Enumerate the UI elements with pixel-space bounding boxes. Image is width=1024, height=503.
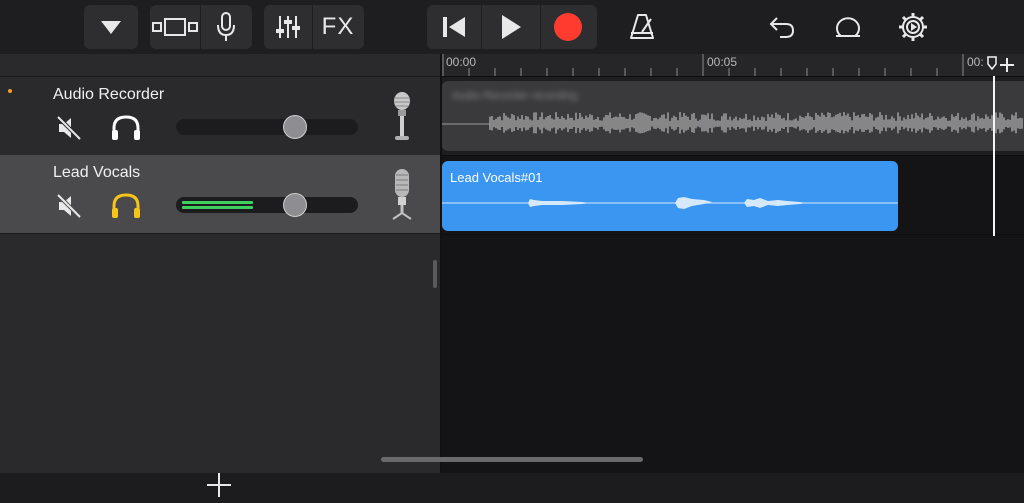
loop-icon: [836, 17, 860, 37]
playhead-line[interactable]: [993, 76, 995, 236]
skip-back-icon: [443, 17, 465, 37]
settings-button[interactable]: [891, 5, 935, 49]
mixer-button[interactable]: [264, 5, 312, 49]
track-header-audio-recorder[interactable]: Audio Recorder: [0, 76, 440, 156]
level-meter-left: [182, 201, 253, 204]
play-button[interactable]: [482, 5, 540, 49]
mute-speaker-icon: [56, 115, 82, 141]
sliders-icon: [276, 16, 300, 38]
track-name: Audio Recorder: [53, 86, 165, 103]
play-icon: [502, 15, 521, 39]
triangle-down-icon: [101, 21, 121, 34]
tracks-grid-button[interactable]: [150, 5, 200, 49]
transport-group: [427, 5, 597, 49]
track-instrument-icon[interactable]: [389, 167, 415, 226]
headphones-icon: [112, 193, 140, 218]
playhead-marker[interactable]: [987, 56, 997, 70]
handheld-microphone-icon: [394, 92, 410, 140]
metronome-icon: [630, 14, 654, 39]
ruler-label: 00:05: [707, 55, 738, 69]
record-icon: [554, 13, 582, 41]
track-indicator-dot: [8, 89, 12, 93]
solo-button[interactable]: [110, 192, 142, 225]
instrument-button[interactable]: [201, 5, 251, 49]
volume-slider-knob[interactable]: [283, 115, 307, 139]
loop-browser-button[interactable]: [826, 5, 870, 49]
gear-icon: [899, 13, 927, 41]
level-meter-right: [182, 206, 253, 209]
track-instrument-icon[interactable]: [390, 91, 414, 148]
mute-speaker-icon: [56, 193, 82, 219]
time-ruler[interactable]: 00:00 00:05 00:: [442, 54, 1024, 76]
browser-group: [84, 5, 138, 49]
resize-handle[interactable]: [433, 260, 437, 288]
plus-icon: [207, 473, 231, 497]
plus-icon: [1000, 58, 1014, 72]
track-lane-audio-recorder[interactable]: Audio Recorder recording: [442, 76, 1024, 155]
control-bar: FX: [0, 0, 1024, 54]
mute-button[interactable]: [56, 115, 82, 146]
undo-icon: [769, 17, 795, 38]
volume-slider[interactable]: [176, 193, 358, 217]
audio-region[interactable]: Audio Recorder recording: [442, 81, 1024, 151]
audio-region[interactable]: Lead Vocals#01: [442, 161, 898, 231]
solo-button[interactable]: [110, 114, 142, 147]
ruler-label: 00:: [967, 55, 984, 69]
track-headers-panel: Audio Recorder Lead Vocals: [0, 54, 440, 497]
tracks-view-button[interactable]: [84, 5, 138, 49]
track-header-lead-vocals[interactable]: Lead Vocals: [0, 155, 440, 234]
studio-microphone-icon: [392, 169, 412, 220]
mix-group: FX: [264, 5, 364, 49]
waveform: [442, 112, 1023, 134]
mute-button[interactable]: [56, 193, 82, 224]
headphones-icon: [112, 115, 140, 140]
record-button[interactable]: [541, 5, 595, 49]
track-lane-lead-vocals[interactable]: Lead Vocals#01: [442, 155, 1024, 235]
metronome-button[interactable]: [620, 5, 664, 49]
add-track-button[interactable]: [206, 472, 232, 503]
microphone-icon: [217, 12, 235, 41]
ruler-label: 00:00: [446, 55, 477, 69]
undo-button[interactable]: [760, 5, 804, 49]
tracks-view-icon: [152, 18, 198, 36]
volume-slider[interactable]: [176, 115, 358, 139]
track-name: Lead Vocals: [53, 164, 141, 181]
home-indicator: [381, 457, 643, 462]
waveform: [442, 197, 898, 209]
timeline-area[interactable]: 00:00 00:05 00: Audio Recorder recording…: [442, 54, 1024, 473]
volume-slider-knob[interactable]: [283, 193, 307, 217]
view-group: [150, 5, 252, 49]
go-to-beginning-button[interactable]: [427, 5, 481, 49]
fx-button[interactable]: FX: [313, 5, 363, 49]
add-section-button[interactable]: [1000, 54, 1014, 77]
